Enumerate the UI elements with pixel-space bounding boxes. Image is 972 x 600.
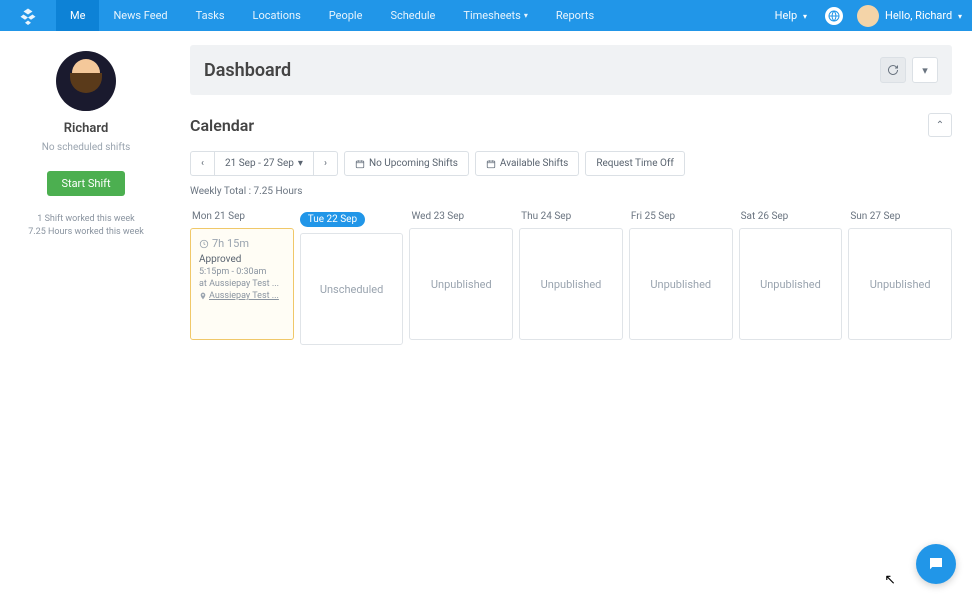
day-label: Fri 25 Sep — [629, 211, 733, 222]
more-button[interactable]: ▾ — [912, 57, 938, 83]
day-label: Thu 24 Sep — [519, 211, 623, 222]
shift-location-link[interactable]: Aussiepay Test ... — [199, 291, 285, 301]
nav-timesheets[interactable]: Timesheets▾ — [449, 0, 541, 31]
prev-week-button[interactable]: ‹ — [190, 151, 215, 176]
next-week-button[interactable]: › — [314, 151, 338, 176]
day-column: Tue 22 Sep Unscheduled — [300, 211, 404, 345]
weekly-total: Weekly Total : 7.25 Hours — [190, 186, 952, 197]
day-label-active: Tue 22 Sep — [300, 212, 365, 227]
day-column: Sun 27 Sep Unpublished — [848, 211, 952, 345]
chevron-right-icon: › — [324, 158, 327, 169]
nav-news-feed[interactable]: News Feed — [99, 0, 181, 31]
hello-user[interactable]: Hello, Richard ▾ — [885, 9, 962, 22]
nav-people[interactable]: People — [315, 0, 377, 31]
day-column: Fri 25 Sep Unpublished — [629, 211, 733, 345]
topbar-right: Help ▾ Hello, Richard ▾ — [765, 5, 972, 27]
shift-location: at Aussiepay Test ... — [199, 279, 285, 289]
user-name: Richard — [10, 121, 162, 136]
day-label: Sun 27 Sep — [848, 211, 952, 222]
chevron-down-icon: ▾ — [524, 11, 528, 20]
day-label: Sat 26 Sep — [739, 211, 843, 222]
nav-me[interactable]: Me — [56, 0, 99, 31]
day-card[interactable]: Unpublished — [739, 228, 843, 340]
main: Dashboard ▾ Calendar ⌃ ‹ 21 Sep - 27 Sep… — [172, 31, 972, 365]
nav-locations[interactable]: Locations — [239, 0, 315, 31]
chevron-down-icon: ▾ — [298, 158, 303, 169]
calendar-header: Calendar ⌃ — [190, 113, 952, 137]
start-shift-button[interactable]: Start Shift — [47, 171, 124, 196]
day-card[interactable]: Unpublished — [519, 228, 623, 340]
day-column: Mon 21 Sep 7h 15m Approved 5:15pm - 0:30… — [190, 211, 294, 345]
day-card[interactable]: Unpublished — [629, 228, 733, 340]
calendar-icon — [355, 159, 365, 169]
page-title: Dashboard — [204, 60, 291, 81]
date-range-button[interactable]: 21 Sep - 27 Sep ▾ — [215, 151, 314, 176]
day-card[interactable]: Unscheduled — [300, 233, 404, 345]
calendar-icon — [486, 159, 496, 169]
day-column: Sat 26 Sep Unpublished — [739, 211, 843, 345]
chat-icon — [927, 555, 945, 573]
avatar-large — [56, 51, 116, 111]
shift-time: 5:15pm - 0:30am — [199, 267, 285, 277]
day-column: Wed 23 Sep Unpublished — [409, 211, 513, 345]
globe-icon[interactable] — [825, 7, 843, 25]
chevron-down-icon: ▾ — [803, 12, 807, 21]
request-time-off-button[interactable]: Request Time Off — [585, 151, 684, 176]
shift-card[interactable]: 7h 15m Approved 5:15pm - 0:30am at Aussi… — [190, 228, 294, 340]
nav-schedule[interactable]: Schedule — [376, 0, 449, 31]
collapse-button[interactable]: ⌃ — [928, 113, 952, 137]
sidebar: Richard No scheduled shifts Start Shift … — [0, 31, 172, 365]
chat-launcher[interactable] — [916, 544, 956, 584]
dashboard-header: Dashboard ▾ — [190, 45, 952, 95]
nav-reports[interactable]: Reports — [542, 0, 608, 31]
day-card[interactable]: Unpublished — [848, 228, 952, 340]
pin-icon — [199, 292, 207, 300]
day-label: Mon 21 Sep — [190, 211, 294, 222]
chevron-up-icon: ⌃ — [936, 120, 944, 131]
chevron-down-icon: ▾ — [958, 12, 962, 21]
calendar-title: Calendar — [190, 116, 254, 135]
day-card[interactable]: Unpublished — [409, 228, 513, 340]
clock-icon — [199, 239, 209, 249]
cursor-icon: ↖ — [884, 572, 896, 588]
stat-hours: 7.25 Hours worked this week — [10, 227, 162, 237]
avatar[interactable] — [857, 5, 879, 27]
no-shifts-text: No scheduled shifts — [10, 142, 162, 153]
calendar-toolbar: ‹ 21 Sep - 27 Sep ▾ › No Upcoming Shifts… — [190, 151, 952, 176]
day-label: Wed 23 Sep — [409, 211, 513, 222]
shift-status: Approved — [199, 254, 285, 265]
no-upcoming-button[interactable]: No Upcoming Shifts — [344, 151, 469, 176]
topbar: Me News Feed Tasks Locations People Sche… — [0, 0, 972, 31]
shift-duration: 7h 15m — [199, 237, 285, 250]
refresh-button[interactable] — [880, 57, 906, 83]
stat-shifts: 1 Shift worked this week — [10, 214, 162, 224]
app-logo[interactable] — [0, 0, 56, 31]
available-shifts-button[interactable]: Available Shifts — [475, 151, 579, 176]
help-link[interactable]: Help ▾ — [765, 9, 817, 22]
day-column: Thu 24 Sep Unpublished — [519, 211, 623, 345]
chevron-down-icon: ▾ — [922, 64, 928, 77]
chevron-left-icon: ‹ — [201, 158, 204, 169]
nav-tasks[interactable]: Tasks — [182, 0, 239, 31]
calendar-grid: Mon 21 Sep 7h 15m Approved 5:15pm - 0:30… — [190, 211, 952, 345]
